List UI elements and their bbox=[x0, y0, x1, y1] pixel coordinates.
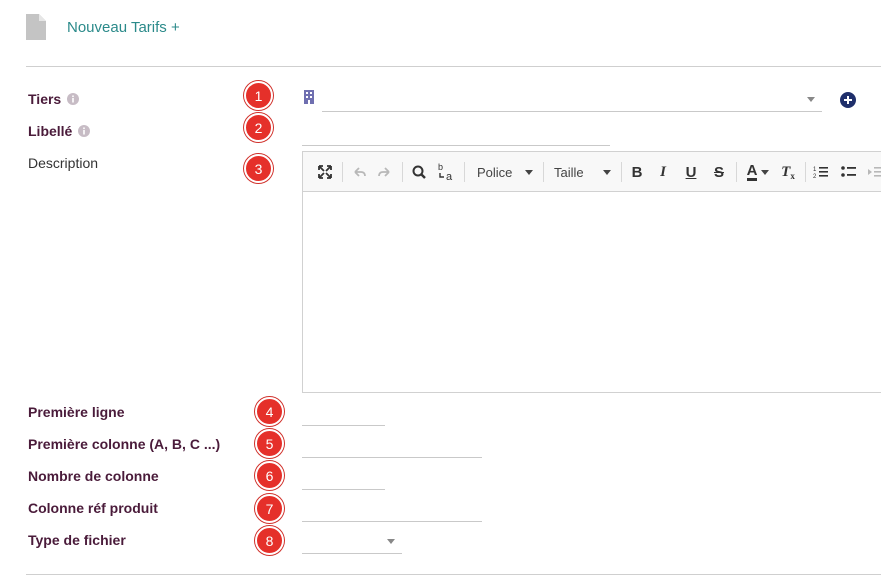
tiers-label: Tiers bbox=[28, 91, 80, 107]
svg-text:b: b bbox=[438, 162, 443, 172]
info-icon bbox=[78, 125, 91, 137]
chevron-down-icon[interactable] bbox=[387, 539, 395, 544]
toolbar-separator bbox=[342, 162, 343, 182]
numbered-list-icon[interactable]: 1 2 bbox=[811, 161, 831, 183]
add-tiers-icon[interactable] bbox=[840, 92, 856, 108]
undo-icon[interactable] bbox=[349, 161, 369, 183]
chevron-down-icon[interactable] bbox=[807, 97, 815, 102]
nombre-colonne-label: Nombre de colonne bbox=[28, 468, 159, 484]
toolbar-separator bbox=[402, 162, 403, 182]
toolbar-separator bbox=[543, 162, 544, 182]
italic-button[interactable]: I bbox=[653, 161, 673, 183]
redo-icon[interactable] bbox=[375, 161, 395, 183]
premiere-colonne-input[interactable] bbox=[302, 434, 482, 458]
remove-format-x: x bbox=[790, 171, 795, 181]
header-divider bbox=[26, 66, 881, 67]
tiers-select[interactable] bbox=[322, 88, 822, 112]
badge-8: 8 bbox=[255, 526, 284, 555]
text-color-label: A bbox=[746, 161, 758, 181]
svg-text:a: a bbox=[446, 171, 453, 183]
colonne-ref-label: Colonne réf produit bbox=[28, 500, 158, 516]
badge-5: 5 bbox=[255, 429, 284, 458]
underline-button[interactable]: U bbox=[681, 161, 701, 183]
remove-format-button[interactable]: Tx bbox=[777, 161, 799, 183]
description-editor[interactable]: b a Police Taille B I U S A Tx 1 2 bbox=[302, 151, 881, 393]
badge-6: 6 bbox=[255, 461, 284, 490]
text-color-button[interactable]: A bbox=[743, 161, 773, 183]
page-title[interactable]: Nouveau Tarifs + bbox=[67, 19, 180, 36]
toolbar-separator bbox=[621, 162, 622, 182]
premiere-ligne-input[interactable] bbox=[302, 402, 385, 426]
footer-divider bbox=[26, 574, 881, 575]
bold-button[interactable]: B bbox=[627, 161, 647, 183]
indent-icon[interactable] bbox=[866, 161, 881, 183]
badge-1: 1 bbox=[244, 81, 273, 110]
nombre-colonne-input[interactable] bbox=[302, 466, 385, 490]
font-family-combo[interactable]: Police bbox=[471, 161, 537, 183]
maximize-icon[interactable] bbox=[315, 161, 335, 183]
building-icon bbox=[304, 90, 314, 104]
document-icon bbox=[26, 14, 46, 40]
chevron-down-icon bbox=[525, 169, 533, 175]
badge-2: 2 bbox=[244, 113, 273, 142]
premiere-colonne-label: Première colonne (A, B, C ...) bbox=[28, 436, 221, 452]
svg-text:1: 1 bbox=[813, 167, 817, 173]
libelle-label: Libellé bbox=[28, 123, 91, 139]
replace-icon[interactable]: b a bbox=[435, 161, 457, 183]
strikethrough-button[interactable]: S bbox=[709, 161, 729, 183]
premiere-ligne-label: Première ligne bbox=[28, 404, 125, 420]
chevron-down-icon bbox=[761, 169, 770, 175]
type-fichier-label: Type de fichier bbox=[28, 532, 126, 548]
badge-7: 7 bbox=[255, 494, 284, 523]
description-label: Description bbox=[28, 155, 99, 171]
toolbar-separator bbox=[805, 162, 806, 182]
colonne-ref-input[interactable] bbox=[302, 498, 482, 522]
info-icon bbox=[67, 93, 80, 105]
chevron-down-icon bbox=[603, 169, 611, 175]
editor-toolbar: b a Police Taille B I U S A Tx 1 2 bbox=[303, 152, 881, 192]
toolbar-separator bbox=[464, 162, 465, 182]
toolbar-separator bbox=[736, 162, 737, 182]
bulleted-list-icon[interactable] bbox=[839, 161, 859, 183]
badge-3: 3 bbox=[244, 154, 273, 183]
libelle-input[interactable] bbox=[302, 122, 610, 146]
search-icon[interactable] bbox=[409, 161, 429, 183]
editor-content-area[interactable] bbox=[303, 192, 881, 393]
svg-text:2: 2 bbox=[813, 174, 817, 180]
badge-4: 4 bbox=[255, 397, 284, 426]
remove-format-label: T bbox=[781, 163, 791, 180]
font-size-combo[interactable]: Taille bbox=[549, 161, 615, 183]
